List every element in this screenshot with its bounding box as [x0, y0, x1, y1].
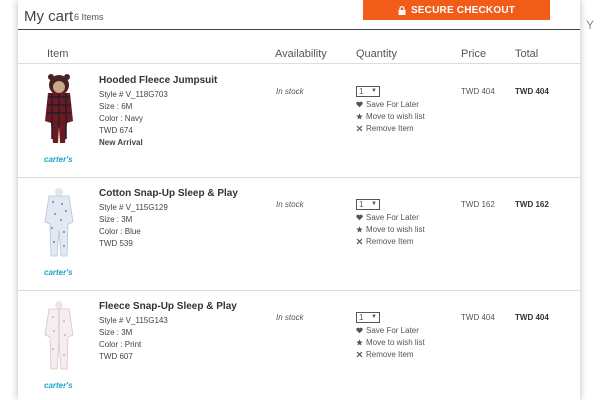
product-size: Size : 6M [99, 102, 133, 111]
move-to-wishlist-label: Move to wish list [366, 224, 425, 234]
product-style: Style # V_118G703 [99, 90, 168, 99]
move-to-wishlist-label: Move to wish list [366, 111, 425, 121]
star-icon [356, 338, 363, 346]
save-for-later-label: Save For Later [366, 99, 419, 109]
availability-status: In stock [276, 313, 304, 322]
col-item: Item [47, 48, 69, 60]
save-for-later-label: Save For Later [366, 212, 419, 222]
quantity-value: 1 [359, 87, 364, 96]
page-title: My cart [24, 8, 74, 25]
col-availability: Availability [275, 48, 327, 60]
original-price: TWD 607 [99, 352, 133, 361]
brand-logo: carter's [44, 268, 73, 277]
product-style: Style # V_115G129 [99, 203, 168, 212]
remove-item-label: Remove Item [366, 123, 414, 133]
item-count: 6 Items [74, 12, 104, 22]
product-color: Color : Navy [99, 114, 144, 123]
secure-checkout-label: SECURE CHECKOUT [410, 4, 516, 16]
product-size: Size : 3M [99, 215, 133, 224]
save-for-later-link[interactable]: Save For Later [356, 324, 425, 336]
close-icon [356, 125, 363, 131]
product-style: Style # V_115G143 [99, 316, 168, 325]
quantity-select[interactable]: 1 ▼ [356, 86, 380, 97]
stray-text: Y [586, 18, 595, 32]
cart-row: carter's Fleece Snap-Up Sleep & Play Sty… [18, 291, 580, 400]
secure-checkout-button[interactable]: SECURE CHECKOUT [363, 0, 550, 20]
line-total: TWD 404 [515, 313, 549, 322]
product-info: Hooded Fleece Jumpsuit Style # V_118G703… [99, 75, 217, 149]
heart-icon [356, 214, 363, 220]
quantity-controls: 1 ▼ Save For Later Move to wish list Remo… [356, 86, 425, 134]
lock-icon [398, 5, 406, 15]
unit-price: TWD 162 [461, 200, 495, 209]
quantity-controls: 1 ▼ Save For Later Move to wish list Remo… [356, 312, 425, 360]
cart-row: carter's Hooded Fleece Jumpsuit Style # … [18, 65, 580, 178]
quantity-select[interactable]: 1 ▼ [356, 312, 380, 323]
move-to-wishlist-label: Move to wish list [366, 337, 425, 347]
product-name[interactable]: Hooded Fleece Jumpsuit [99, 75, 217, 87]
cart-row: carter's Cotton Snap-Up Sleep & Play Sty… [18, 178, 580, 291]
product-image[interactable] [40, 299, 78, 373]
unit-price: TWD 404 [461, 87, 495, 96]
col-quantity: Quantity [356, 48, 397, 60]
heart-icon [356, 101, 363, 107]
star-icon [356, 225, 363, 233]
quantity-value: 1 [359, 200, 364, 209]
move-to-wishlist-link[interactable]: Move to wish list [356, 223, 425, 235]
close-icon [356, 351, 363, 357]
col-price: Price [461, 48, 487, 60]
column-headers: Item Availability Quantity Price Total [18, 46, 580, 64]
product-color: Color : Blue [99, 227, 141, 236]
remove-item-link[interactable]: Remove Item [356, 235, 425, 247]
quantity-controls: 1 ▼ Save For Later Move to wish list Remo… [356, 199, 425, 247]
availability-status: In stock [276, 87, 304, 96]
new-arrival-badge: New Arrival [99, 138, 143, 147]
product-image[interactable] [40, 186, 78, 260]
cart-header: My cart 6 Items SECURE CHECKOUT [18, 0, 580, 30]
product-info: Cotton Snap-Up Sleep & Play Style # V_11… [99, 188, 238, 250]
product-name[interactable]: Cotton Snap-Up Sleep & Play [99, 188, 238, 200]
brand-logo: carter's [44, 155, 73, 164]
close-icon [356, 238, 363, 244]
line-total: TWD 162 [515, 200, 549, 209]
remove-item-label: Remove Item [366, 236, 414, 246]
quantity-select[interactable]: 1 ▼ [356, 199, 380, 210]
product-info: Fleece Snap-Up Sleep & Play Style # V_11… [99, 301, 237, 363]
quantity-value: 1 [359, 313, 364, 322]
save-for-later-label: Save For Later [366, 325, 419, 335]
chevron-down-icon: ▼ [371, 88, 377, 94]
chevron-down-icon: ▼ [371, 201, 377, 207]
move-to-wishlist-link[interactable]: Move to wish list [356, 110, 425, 122]
product-size: Size : 3M [99, 328, 133, 337]
availability-status: In stock [276, 200, 304, 209]
remove-item-label: Remove Item [366, 349, 414, 359]
col-total: Total [515, 48, 539, 60]
product-name[interactable]: Fleece Snap-Up Sleep & Play [99, 301, 237, 313]
line-total: TWD 404 [515, 87, 549, 96]
remove-item-link[interactable]: Remove Item [356, 122, 425, 134]
brand-logo: carter's [44, 381, 73, 390]
remove-item-link[interactable]: Remove Item [356, 348, 425, 360]
save-for-later-link[interactable]: Save For Later [356, 211, 425, 223]
star-icon [356, 112, 363, 120]
cart-panel: My cart 6 Items SECURE CHECKOUT Item Ava… [18, 0, 580, 400]
chevron-down-icon: ▼ [371, 314, 377, 320]
product-color: Color : Print [99, 340, 142, 349]
original-price: TWD 539 [99, 239, 133, 248]
unit-price: TWD 404 [461, 313, 495, 322]
heart-icon [356, 327, 363, 333]
product-image[interactable] [40, 73, 78, 147]
save-for-later-link[interactable]: Save For Later [356, 98, 425, 110]
move-to-wishlist-link[interactable]: Move to wish list [356, 336, 425, 348]
original-price: TWD 674 [99, 126, 133, 135]
